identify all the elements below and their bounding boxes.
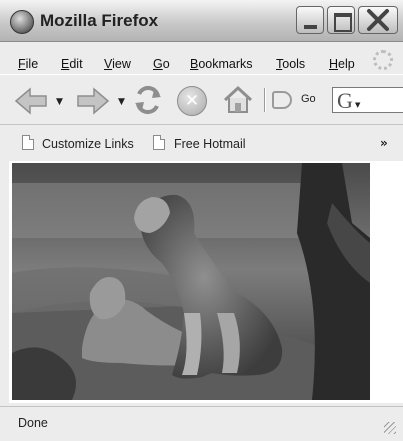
google-search-icon[interactable]: G bbox=[337, 88, 353, 114]
stop-button[interactable]: ✕ bbox=[177, 86, 207, 116]
close-icon bbox=[367, 9, 389, 31]
forward-button[interactable] bbox=[76, 87, 110, 115]
menu-help[interactable]: Help bbox=[329, 57, 355, 71]
stop-icon: ✕ bbox=[184, 91, 200, 111]
firefox-logo-icon bbox=[10, 10, 34, 34]
forward-dropdown-icon[interactable]: ▼ bbox=[118, 97, 125, 107]
back-arrow-icon bbox=[14, 87, 47, 115]
content-side-area bbox=[370, 161, 403, 403]
toolbar-separator bbox=[264, 88, 266, 112]
reload-icon bbox=[135, 85, 161, 115]
status-text: Done bbox=[18, 416, 48, 430]
browser-window: Mozilla Firefox File Edit View Go Bookma… bbox=[0, 0, 403, 441]
maximize-button[interactable] bbox=[327, 6, 355, 34]
menu-file[interactable]: File bbox=[18, 57, 38, 71]
back-button[interactable] bbox=[14, 87, 48, 115]
back-dropdown-icon[interactable]: ▼ bbox=[56, 97, 63, 107]
reload-button[interactable] bbox=[132, 84, 164, 116]
forward-arrow-icon bbox=[77, 87, 110, 115]
menu-tools[interactable]: Tools bbox=[276, 57, 305, 71]
go-icon[interactable] bbox=[272, 91, 292, 109]
minimize-button[interactable] bbox=[296, 6, 324, 34]
menu-go[interactable]: Go bbox=[153, 57, 170, 71]
bookmark-customize-links[interactable]: Customize Links bbox=[42, 137, 134, 151]
menu-view[interactable]: View bbox=[104, 57, 131, 71]
throbber-icon bbox=[373, 50, 393, 70]
resize-grip-icon[interactable] bbox=[384, 422, 396, 434]
menu-edit[interactable]: Edit bbox=[61, 57, 83, 71]
status-bar bbox=[0, 406, 403, 441]
lioness-photo bbox=[12, 163, 370, 400]
search-engine-dropdown-icon[interactable]: ▼ bbox=[355, 101, 360, 109]
menu-bookmarks[interactable]: Bookmarks bbox=[190, 57, 253, 71]
page-icon bbox=[22, 135, 34, 150]
bookmark-free-hotmail[interactable]: Free Hotmail bbox=[174, 137, 246, 151]
bookmarks-overflow-chevron-icon[interactable]: » bbox=[380, 136, 388, 150]
home-button[interactable] bbox=[222, 85, 254, 115]
window-title: Mozilla Firefox bbox=[40, 11, 159, 30]
close-button[interactable] bbox=[358, 6, 398, 34]
home-icon bbox=[223, 85, 253, 113]
page-icon bbox=[153, 135, 165, 150]
go-button-label[interactable]: Go bbox=[301, 93, 316, 105]
